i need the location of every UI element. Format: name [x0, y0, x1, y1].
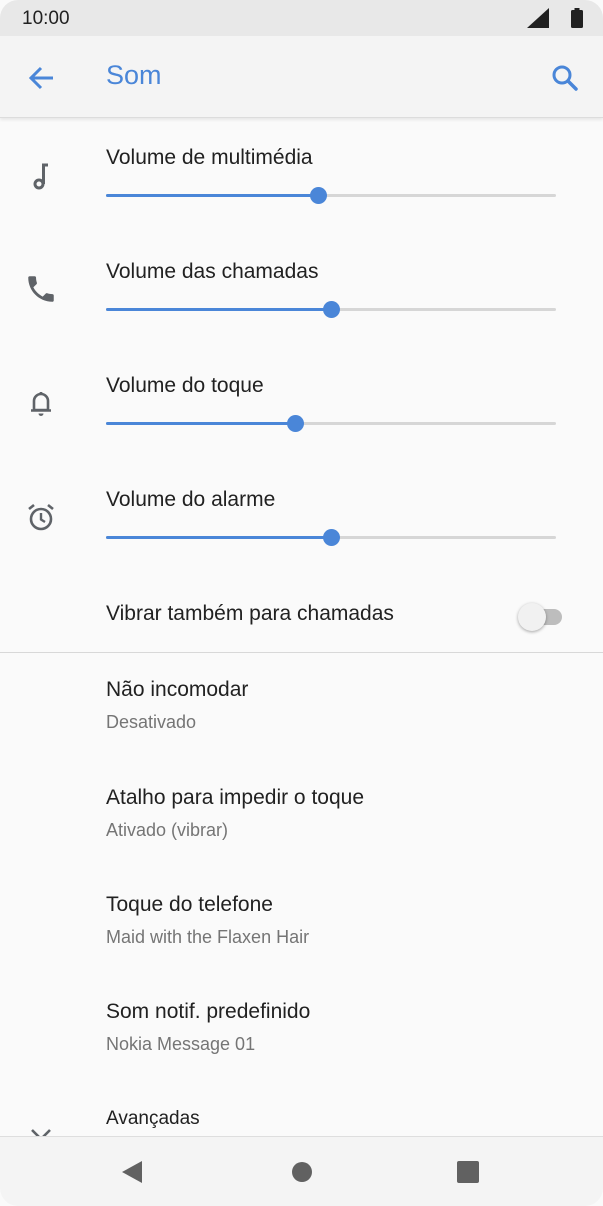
media-volume-thumb[interactable]	[309, 187, 327, 204]
prevent-ringing-shortcut-item[interactable]: Atalho para impedir o toque Ativado (vib…	[0, 786, 603, 886]
navigation-bar	[0, 1136, 603, 1206]
media-volume-label: Volume de multimédia	[106, 146, 313, 169]
status-time: 10:00	[22, 8, 70, 29]
back-button[interactable]	[22, 58, 62, 98]
default-notification-value: Nokia Message 01	[106, 1034, 256, 1054]
section-divider	[0, 652, 603, 653]
nav-home-button[interactable]	[287, 1157, 317, 1187]
advanced-section[interactable]: Avançadas	[0, 1106, 603, 1138]
phone-ringtone-title: Toque do telefone	[106, 893, 273, 916]
alarm-volume-thumb[interactable]	[323, 529, 340, 546]
battery-icon	[571, 8, 583, 33]
vibrate-for-calls-label: Vibrar também para chamadas	[106, 602, 394, 625]
signal-icon	[527, 8, 549, 33]
call-volume-thumb[interactable]	[323, 301, 340, 318]
advanced-label: Avançadas	[106, 1108, 200, 1129]
call-volume-setting: Volume das chamadas	[0, 256, 603, 370]
call-volume-slider[interactable]	[106, 301, 556, 318]
ring-volume-slider[interactable]	[106, 415, 556, 432]
media-volume-fill	[106, 194, 318, 197]
alarm-volume-setting: Volume do alarme	[0, 484, 603, 598]
phone-icon	[24, 272, 58, 306]
status-bar: 10:00	[0, 0, 603, 36]
phone-ringtone-item[interactable]: Toque do telefone Maid with the Flaxen H…	[0, 893, 603, 993]
nav-recents-button[interactable]	[453, 1157, 483, 1187]
prevent-ringing-title: Atalho para impedir o toque	[106, 786, 364, 809]
ring-volume-fill	[106, 422, 295, 425]
arrow-back-icon	[22, 66, 62, 102]
bell-icon	[24, 386, 58, 420]
vibrate-for-calls-row[interactable]: Vibrar também para chamadas	[0, 590, 603, 652]
home-circle-icon	[287, 1162, 317, 1191]
alarm-clock-icon	[24, 500, 58, 534]
app-bar: Som	[0, 36, 603, 118]
back-triangle-icon	[118, 1161, 148, 1191]
alarm-volume-slider[interactable]	[106, 529, 556, 546]
recents-square-icon	[453, 1161, 483, 1191]
alarm-volume-fill	[106, 536, 331, 539]
media-volume-slider[interactable]	[106, 187, 556, 204]
ring-volume-setting: Volume do toque	[0, 370, 603, 484]
search-button[interactable]	[545, 58, 585, 98]
call-volume-fill	[106, 308, 331, 311]
default-notification-title: Som notif. predefinido	[106, 1000, 311, 1023]
nav-back-button[interactable]	[118, 1157, 148, 1187]
do-not-disturb-title: Não incomodar	[106, 678, 249, 701]
media-volume-setting: Volume de multimédia	[0, 142, 603, 256]
call-volume-label: Volume das chamadas	[106, 260, 319, 283]
do-not-disturb-item[interactable]: Não incomodar Desativado	[0, 678, 603, 778]
ring-volume-label: Volume do toque	[106, 374, 264, 397]
ring-volume-thumb[interactable]	[287, 415, 304, 432]
alarm-volume-label: Volume do alarme	[106, 488, 276, 511]
prevent-ringing-status: Ativado (vibrar)	[106, 820, 229, 840]
do-not-disturb-status: Desativado	[106, 712, 197, 732]
phone-ringtone-value: Maid with the Flaxen Hair	[106, 927, 310, 947]
vibrate-toggle[interactable]	[518, 602, 564, 632]
default-notification-sound-item[interactable]: Som notif. predefinido Nokia Message 01	[0, 1000, 603, 1100]
search-icon	[545, 65, 585, 102]
vibrate-toggle-thumb	[518, 603, 546, 631]
music-note-icon	[24, 158, 58, 192]
status-icons	[527, 8, 583, 33]
page-title: Som	[106, 60, 162, 90]
